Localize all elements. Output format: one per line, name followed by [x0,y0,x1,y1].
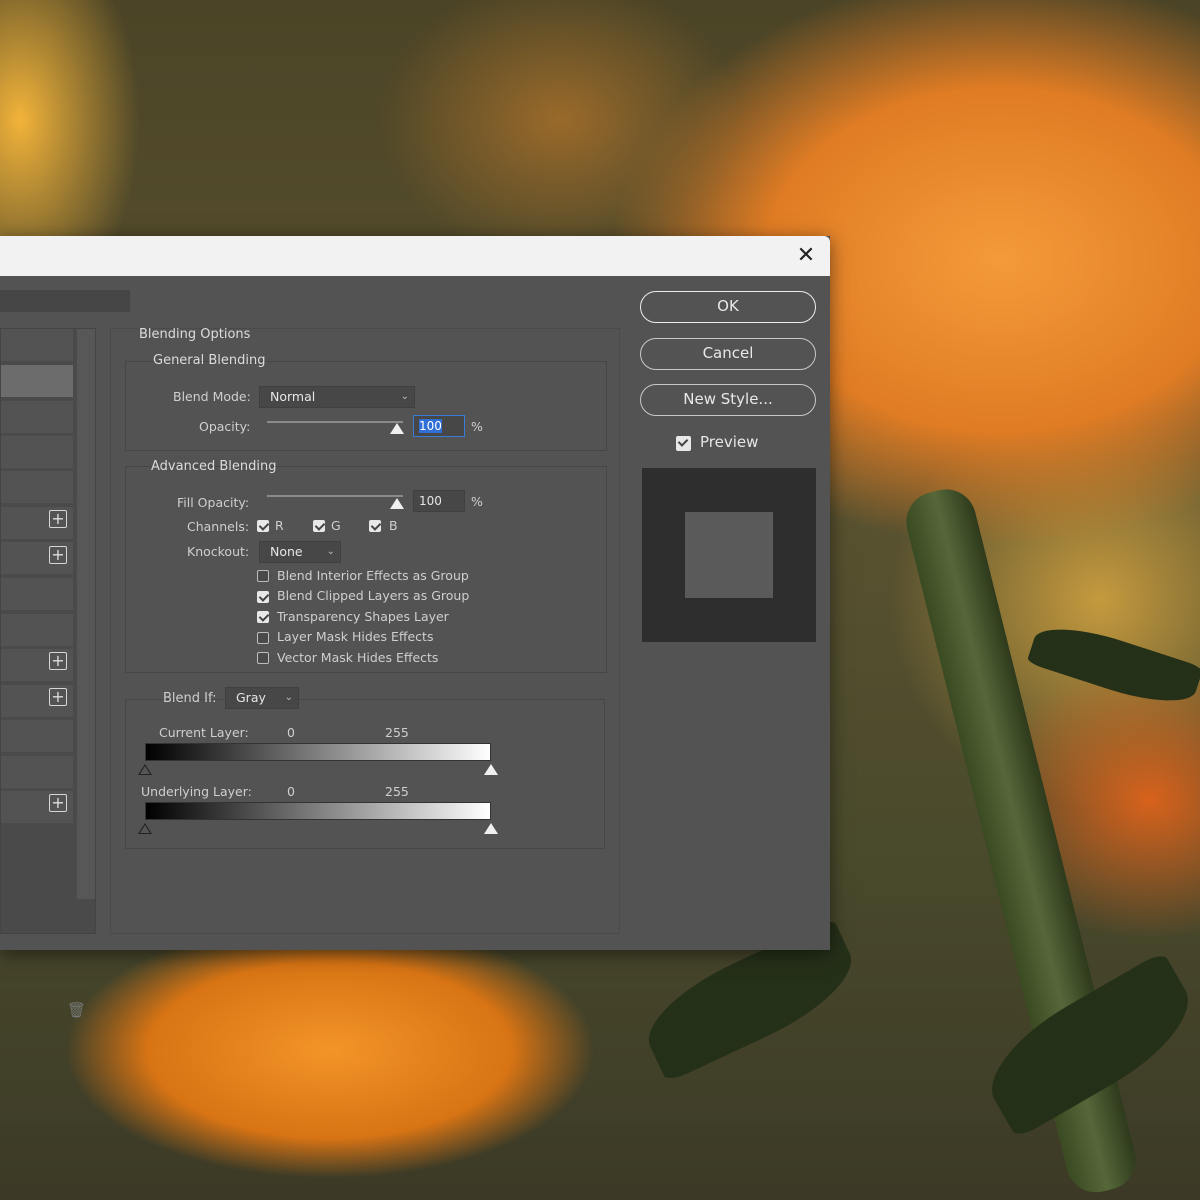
current-layer-gradient-bar [145,743,491,761]
plus-icon[interactable]: + [49,546,67,564]
blend-if-group [125,699,605,849]
layer-mask-hides-effects-checkbox[interactable] [257,632,269,644]
style-list-item[interactable] [1,436,73,468]
advanced-blending-title: Advanced Blending [151,459,277,474]
style-list-item[interactable] [1,756,73,788]
plus-icon[interactable]: + [49,652,67,670]
underlying-layer-min: 0 [287,784,295,799]
blend-mode-label: Blend Mode: [173,389,251,404]
blend-interior-effects-label: Blend Interior Effects as Group [277,568,469,583]
underlying-layer-gradient-bar [145,802,491,820]
fill-opacity-slider-track[interactable] [267,495,403,497]
trash-icon[interactable]: 🗑 [67,1001,86,1021]
blend-if-label: Blend If: [163,691,217,706]
blend-clipped-layers-checkbox[interactable] [257,591,269,603]
new-style-button[interactable]: New Style... [640,384,816,416]
styles-list: + + + + + 🗑 [0,328,96,1019]
fill-opacity-label: Fill Opacity: [177,495,250,510]
dialog-title-bar: ✕ [0,236,830,276]
styles-list-scrollbar[interactable] [77,329,95,899]
plus-icon[interactable]: + [49,688,67,706]
chevron-down-icon: ⌄ [326,546,335,557]
layer-style-dialog: ✕ + + + + + 🗑 Blending Options General B… [0,236,830,1019]
layer-mask-hides-effects-label: Layer Mask Hides Effects [277,629,434,644]
fill-opacity-slider-thumb[interactable] [390,498,404,509]
underlying-layer-black-slider[interactable] [138,823,152,834]
channels-label: Channels: [187,519,250,534]
blend-mode-dropdown[interactable]: Normal ⌄ [259,386,415,408]
preview-checkbox[interactable] [676,436,691,451]
blending-options-panel: Blending Options General Blending Blend … [110,327,620,934]
opacity-label: Opacity: [199,419,251,434]
opacity-slider-track[interactable] [267,421,403,423]
style-list-item[interactable] [1,329,73,361]
underlying-layer-white-slider[interactable] [484,823,498,834]
transparency-shapes-layer-label: Transparency Shapes Layer [277,609,449,624]
style-list-item[interactable] [1,578,73,610]
channel-r-checkbox[interactable] [257,520,269,532]
opacity-input[interactable]: 100 [413,415,465,437]
underlying-layer-label: Underlying Layer: [141,784,252,799]
plus-icon[interactable]: + [49,510,67,528]
chevron-down-icon: ⌄ [400,391,409,402]
knockout-label: Knockout: [187,544,250,559]
style-preview-thumbnail [642,468,816,642]
current-layer-max: 255 [385,725,409,740]
style-list-item[interactable] [1,471,73,503]
knockout-value: None [270,544,303,559]
channel-r-label: R [275,518,284,533]
plus-icon[interactable]: + [49,794,67,812]
blending-options-title: Blending Options [139,327,251,342]
ok-button[interactable]: OK [640,291,816,323]
vector-mask-hides-effects-checkbox[interactable] [257,652,269,664]
opacity-slider-thumb[interactable] [390,423,404,434]
current-layer-min: 0 [287,725,295,740]
channel-g-label: G [331,518,341,533]
blend-if-value: Gray [236,690,266,705]
chevron-down-icon: ⌄ [284,692,293,703]
blend-mode-value: Normal [270,389,316,404]
style-list-item[interactable] [1,720,73,752]
style-list-item-selected[interactable] [1,365,73,397]
current-layer-label: Current Layer: [159,725,249,740]
cancel-button[interactable]: Cancel [640,338,816,370]
general-blending-title: General Blending [153,353,266,368]
transparency-shapes-layer-checkbox[interactable] [257,611,269,623]
preview-swatch [685,512,773,598]
knockout-dropdown[interactable]: None ⌄ [259,541,341,563]
vector-mask-hides-effects-label: Vector Mask Hides Effects [277,650,439,665]
fill-opacity-input[interactable]: 100 [413,490,465,512]
blend-if-dropdown[interactable]: Gray ⌄ [225,687,299,709]
close-icon[interactable]: ✕ [790,240,822,272]
current-layer-black-slider[interactable] [138,764,152,775]
blend-interior-effects-checkbox[interactable] [257,570,269,582]
style-name-field[interactable] [0,290,130,312]
opacity-percent: % [471,419,483,434]
channel-b-label: B [389,518,398,533]
style-list-item[interactable] [1,614,73,646]
underlying-layer-max: 255 [385,784,409,799]
style-list-item[interactable] [1,401,73,433]
channel-b-checkbox[interactable] [369,520,381,532]
fill-opacity-percent: % [471,494,483,509]
blend-clipped-layers-label: Blend Clipped Layers as Group [277,588,470,603]
preview-label: Preview [700,433,759,451]
channel-g-checkbox[interactable] [313,520,325,532]
leaf [1026,614,1200,716]
current-layer-white-slider[interactable] [484,764,498,775]
